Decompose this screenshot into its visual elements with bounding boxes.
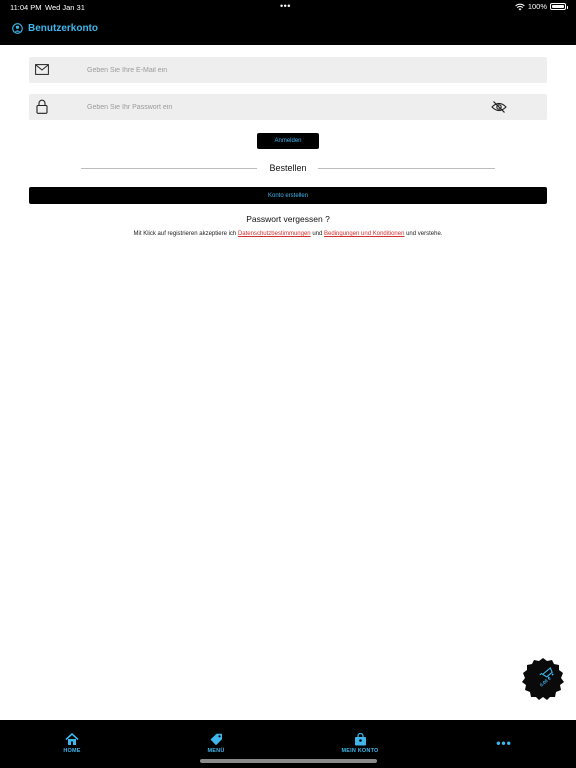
- more-icon: •••: [496, 736, 512, 750]
- home-indicator[interactable]: [200, 759, 377, 763]
- order-section-label: Bestellen: [269, 163, 307, 173]
- status-right: 100%: [515, 2, 568, 11]
- nav-my-account[interactable]: MEIN KONTO: [335, 733, 385, 754]
- nav-home-label: HOME: [63, 748, 81, 754]
- divider-right: [318, 168, 495, 169]
- user-circle-icon: [12, 23, 23, 34]
- top-bar: 11:04 PM Wed Jan 31 ••• 100% Benutzerkon…: [0, 0, 576, 45]
- wifi-icon: [515, 3, 525, 10]
- status-date: Wed Jan 31: [45, 3, 85, 12]
- home-icon: [65, 733, 79, 745]
- lock-icon: [35, 99, 49, 114]
- bag-icon: [354, 733, 366, 746]
- terms-text: Mit Klick auf registrieren akzeptiere ic…: [0, 231, 576, 237]
- login-button[interactable]: Anmelden: [257, 133, 319, 149]
- terms-middle: und: [312, 231, 323, 237]
- forgot-password-link[interactable]: Passwort vergessen ?: [0, 214, 576, 224]
- battery-percent: 100%: [527, 2, 547, 11]
- nav-menu-label: MENÜ: [207, 748, 225, 754]
- page-title: Benutzerkonto: [28, 23, 98, 34]
- status-time: 11:04 PM: [10, 3, 42, 12]
- divider-left: [81, 168, 257, 169]
- email-field-container: [29, 57, 547, 83]
- multitask-dots[interactable]: •••: [280, 1, 291, 11]
- email-input[interactable]: [87, 57, 467, 83]
- status-bar: 11:04 PM Wed Jan 31 ••• 100%: [0, 0, 576, 14]
- nav-more[interactable]: •••: [492, 736, 516, 750]
- nav-my-account-label: MEIN KONTO: [341, 748, 379, 754]
- tag-icon: [210, 733, 222, 746]
- cart-badge-shape: 0.00 €: [522, 658, 564, 700]
- privacy-policy-link[interactable]: Datenschutzbestimmungen: [238, 231, 311, 237]
- battery-icon: [550, 3, 568, 10]
- terms-conditions-link[interactable]: Bedingungen und Konditionen: [324, 231, 404, 237]
- terms-suffix: und verstehe.: [406, 231, 443, 237]
- page-header: Benutzerkonto: [12, 23, 98, 34]
- nav-menu[interactable]: MENÜ: [202, 733, 230, 754]
- envelope-icon: [35, 62, 49, 76]
- nav-home[interactable]: HOME: [58, 733, 86, 754]
- password-field-container: [29, 94, 547, 120]
- terms-prefix: Mit Klick auf registrieren akzeptiere ic…: [133, 231, 237, 237]
- cart-badge[interactable]: 0.00 €: [521, 657, 565, 701]
- password-input[interactable]: [87, 94, 467, 120]
- app-root: 11:04 PM Wed Jan 31 ••• 100% Benutzerkon…: [0, 0, 576, 768]
- create-account-button[interactable]: Konto erstellen: [29, 187, 547, 204]
- eye-off-icon[interactable]: [491, 100, 507, 114]
